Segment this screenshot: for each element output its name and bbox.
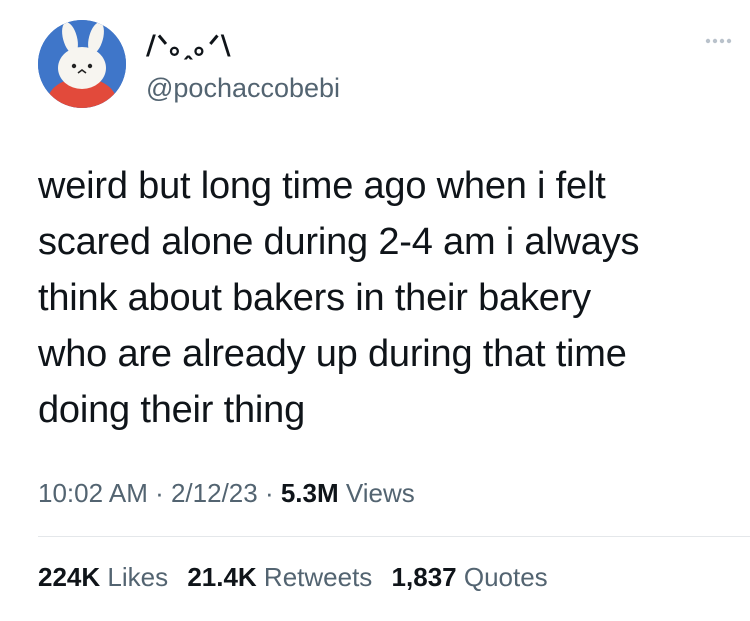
views-count: 5.3M bbox=[280, 478, 339, 508]
meta-separator: · bbox=[257, 478, 281, 508]
views-label: Views bbox=[338, 478, 415, 508]
user-handle[interactable]: @pochaccobebi bbox=[146, 73, 340, 103]
retweets-stat[interactable]: 21.4K Retweets bbox=[187, 562, 372, 592]
avatar[interactable] bbox=[38, 20, 126, 108]
likes-label: Likes bbox=[100, 562, 169, 592]
divider bbox=[38, 536, 750, 537]
likes-count: 224K bbox=[38, 562, 101, 592]
tweet-text: weird but long time ago when i felt scar… bbox=[38, 165, 640, 431]
retweets-label: Retweets bbox=[256, 562, 373, 592]
quotes-stat[interactable]: 1,837 Quotes bbox=[392, 562, 548, 592]
retweets-count: 21.4K bbox=[187, 562, 257, 592]
quotes-count: 1,837 bbox=[391, 562, 457, 592]
tweet-date[interactable]: 2/12/23 bbox=[171, 478, 258, 508]
white-bunny-avatar-icon bbox=[38, 20, 126, 108]
more-dots-icon[interactable] bbox=[704, 36, 732, 46]
tweet-card: /ᐠ｡ꞈ｡ᐟ\ @pochaccobebi weird but long tim… bbox=[0, 0, 750, 621]
tweet-meta: 10:02 AM · 2/12/23 · 5.3M Views bbox=[38, 476, 415, 510]
tweet-time[interactable]: 10:02 AM bbox=[38, 478, 148, 508]
quotes-label: Quotes bbox=[456, 562, 548, 592]
engagement-stats: 224K Likes 21.4K Retweets 1,837 Quotes bbox=[38, 560, 560, 594]
likes-stat[interactable]: 224K Likes bbox=[38, 562, 168, 592]
meta-separator: · bbox=[147, 478, 171, 508]
display-name[interactable]: /ᐠ｡ꞈ｡ᐟ\ bbox=[146, 31, 232, 61]
